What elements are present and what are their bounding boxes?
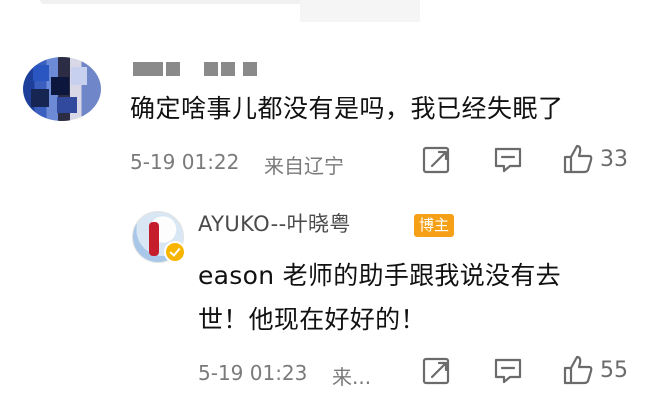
- share-button[interactable]: [422, 146, 454, 174]
- reply-location: 来...: [332, 365, 372, 389]
- reply-text-line2: 世！他现在好好的！: [198, 305, 426, 334]
- reply-comment-button[interactable]: [493, 146, 523, 174]
- top-shade: [300, 0, 420, 22]
- reply-date: 5-19 01:23: [198, 361, 308, 385]
- comment-icon: [494, 147, 522, 173]
- like-icon: [563, 144, 593, 174]
- comment-text: 确定啥事儿都没有是吗，我已经失眠了: [130, 94, 564, 123]
- commenter-avatar[interactable]: [23, 57, 101, 121]
- comment-date: 5-19 01:22: [130, 150, 240, 174]
- reply-like-button[interactable]: 55: [562, 354, 628, 386]
- blogger-badge: 博主: [414, 214, 455, 237]
- replier-username[interactable]: AYUKO--叶晓粤: [198, 208, 351, 238]
- reply-share-button[interactable]: [422, 357, 454, 385]
- share-icon: [422, 146, 450, 174]
- comment-location: 来自辽宁: [264, 154, 344, 178]
- commenter-username-masked[interactable]: [133, 62, 260, 76]
- like-count: 33: [600, 146, 628, 172]
- comment-icon: [494, 358, 522, 384]
- like-icon: [563, 355, 593, 385]
- verified-badge-icon: [164, 241, 186, 263]
- share-icon: [422, 357, 450, 385]
- reply-text-line1: eason 老师的助手跟我说没有去: [198, 261, 561, 290]
- top-bar: [0, 0, 662, 24]
- reply-like-count: 55: [600, 357, 628, 383]
- like-button[interactable]: 33: [562, 143, 628, 175]
- reply-comment-button-2[interactable]: [493, 357, 523, 385]
